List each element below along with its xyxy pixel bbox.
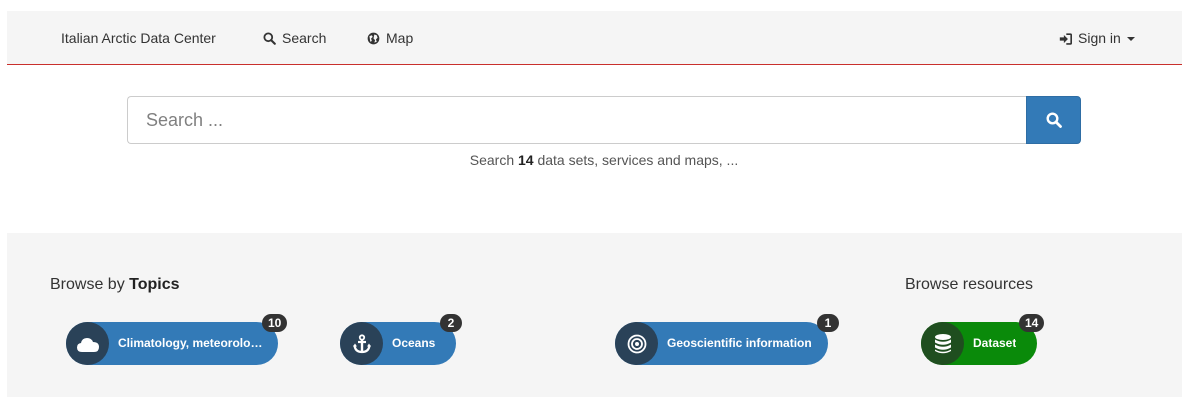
search-group (127, 96, 1081, 144)
topic-count-badge: 10 (262, 314, 288, 332)
resource-count-badge: 14 (1019, 314, 1045, 332)
nav-map-label: Map (386, 30, 414, 46)
topic-label: Geoscientific information (667, 336, 812, 350)
caret-down-icon (1126, 37, 1135, 41)
signin-dropdown[interactable]: Sign in (1059, 11, 1135, 65)
hint-prefix: Search (469, 152, 518, 168)
search-hint: Search 14 data sets, services and maps, … (127, 152, 1081, 168)
search-button[interactable] (1026, 96, 1081, 144)
search-icon (1045, 112, 1062, 128)
browse-topics-title: Browse by Topics (50, 276, 180, 294)
cloud-icon (66, 322, 109, 365)
bullseye-icon (615, 322, 658, 365)
search-input[interactable] (127, 96, 1027, 144)
resource-label: Dataset (973, 336, 1017, 350)
browse-topics-bold: Topics (129, 276, 180, 293)
topic-geoscientific-button[interactable]: Geoscientific information 1 (615, 314, 839, 365)
topic-climatology-button[interactable]: Climatology, meteorology, atmosphere 10 (66, 314, 288, 365)
navbar: Italian Arctic Data Center Search Map Si… (7, 11, 1182, 65)
topic-count-badge: 1 (817, 314, 839, 332)
browse-topics-prefix: Browse by (50, 276, 130, 293)
topic-count-badge: 2 (440, 314, 462, 332)
brand-link[interactable]: Italian Arctic Data Center (61, 11, 216, 65)
nav-search-link[interactable]: Search (263, 11, 326, 65)
signin-label: Sign in (1078, 30, 1121, 46)
topic-label: Climatology, meteorology, atmosphere (118, 336, 266, 350)
hint-suffix: data sets, services and maps, ... (533, 152, 739, 168)
nav-map-link[interactable]: Map (367, 11, 413, 65)
resource-dataset-button[interactable]: Dataset 14 (921, 314, 1045, 365)
anchor-icon (340, 322, 383, 365)
topic-label: Oceans (392, 336, 436, 350)
database-icon (921, 322, 964, 365)
search-icon (263, 32, 276, 45)
hint-count: 14 (518, 152, 534, 168)
browse-section: Browse by Topics Browse resources Climat… (7, 233, 1182, 397)
browse-resources-title: Browse resources (905, 276, 1034, 293)
topic-oceans-button[interactable]: Oceans 2 (340, 314, 462, 365)
globe-icon (367, 32, 380, 45)
sign-in-icon (1059, 33, 1072, 45)
nav-search-label: Search (282, 30, 327, 46)
